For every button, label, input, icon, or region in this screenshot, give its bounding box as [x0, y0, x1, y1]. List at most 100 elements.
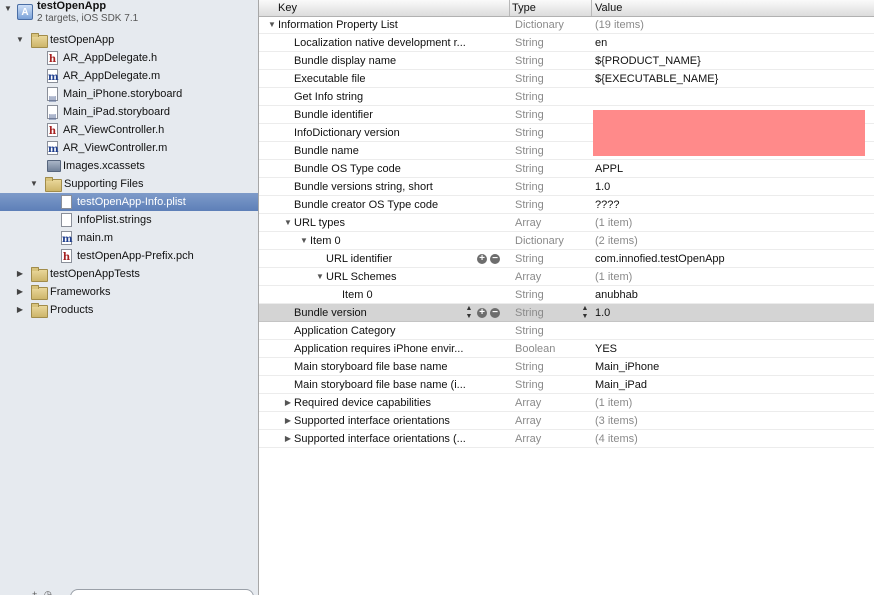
plist-row[interactable]: Main storyboard file base name (i... Stri… [259, 376, 874, 394]
disclosure-open-icon[interactable]: ▼ [315, 268, 325, 286]
plist-row[interactable]: Bundle versions string, short String 1.0 [259, 178, 874, 196]
navigator-item[interactable]: h testOpenApp-Prefix.pch [0, 247, 258, 265]
plist-key[interactable]: Bundle identifier [294, 106, 373, 124]
add-row-icon[interactable]: + [477, 308, 487, 318]
navigator-item[interactable]: h AR_ViewController.h [0, 121, 258, 139]
plist-type[interactable]: String [515, 160, 544, 178]
plist-value[interactable]: (3 items) [595, 412, 638, 430]
plist-row[interactable]: Bundle display name String ${PRODUCT_NAME} [259, 52, 874, 70]
plist-row[interactable]: Bundle version + − ▲ ▼ ▲ ▼ String 1.0 [259, 304, 874, 322]
plist-row[interactable]: Main storyboard file base name String Main… [259, 358, 874, 376]
plist-value[interactable]: com.innofied.testOpenApp [595, 250, 725, 268]
remove-row-icon[interactable]: − [490, 308, 500, 318]
plist-row[interactable]: ▼ Item 0 Dictionary (2 items) [259, 232, 874, 250]
plist-type[interactable]: String [515, 52, 544, 70]
stepper-up-icon[interactable]: ▲ [465, 305, 473, 313]
disclosure-closed-icon[interactable]: ▶ [15, 283, 25, 301]
plist-type[interactable]: Dictionary [515, 16, 564, 34]
plist-type[interactable]: Array [515, 268, 541, 286]
column-divider[interactable] [591, 0, 592, 16]
plist-key[interactable]: URL Schemes [326, 268, 397, 286]
plist-key[interactable]: Localization native development r... [294, 34, 466, 52]
plist-type[interactable]: String [515, 322, 544, 340]
add-file-icon[interactable]: + [32, 589, 37, 595]
plist-type[interactable]: String [515, 142, 544, 160]
plist-key[interactable]: InfoDictionary version [294, 124, 400, 142]
plist-type[interactable]: String [515, 178, 544, 196]
plist-row[interactable]: ▼ URL types Array (1 item) [259, 214, 874, 232]
plist-type[interactable]: String [515, 250, 544, 268]
navigator-item[interactable]: ▶ Frameworks [0, 283, 258, 301]
plist-type[interactable]: Array [515, 214, 541, 232]
disclosure-open-icon[interactable]: ▼ [15, 31, 25, 49]
plist-row[interactable]: URL identifier + − String com.innofied.testO… [259, 250, 874, 268]
plist-type[interactable]: String [515, 358, 544, 376]
plist-row[interactable]: ▼ Information Property List Dictionary (19 … [259, 16, 874, 34]
stepper-down-icon[interactable]: ▼ [581, 313, 589, 321]
plist-key[interactable]: Bundle OS Type code [294, 160, 401, 178]
plist-row[interactable]: Bundle creator OS Type code String???? [259, 196, 874, 214]
plist-value[interactable]: (1 item) [595, 214, 632, 232]
navigator-item[interactable]: ▼ Supporting Files [0, 175, 258, 193]
plist-key[interactable]: Information Property List [278, 16, 398, 34]
plist-type[interactable]: Array [515, 394, 541, 412]
plist-key[interactable]: Bundle creator OS Type code [294, 196, 438, 214]
plist-key[interactable]: Item 0 [342, 286, 373, 304]
plist-key[interactable]: URL identifier [326, 250, 392, 268]
plist-type[interactable]: Array [515, 412, 541, 430]
plist-value[interactable]: (4 items) [595, 430, 638, 448]
project-root-row[interactable]: ▼ testOpenApp 2 targets, iOS SDK 7.1 [0, 0, 258, 30]
plist-value[interactable]: (2 items) [595, 232, 638, 250]
plist-type[interactable]: Dictionary [515, 232, 564, 250]
plist-value[interactable]: ${EXECUTABLE_NAME} [595, 70, 718, 88]
plist-type[interactable]: String [515, 34, 544, 52]
navigator-item[interactable]: ▤ Main_iPhone.storyboard [0, 85, 258, 103]
key-column-header[interactable]: Key [278, 0, 297, 16]
plist-value[interactable]: ${PRODUCT_NAME} [595, 52, 701, 70]
navigator-item[interactable]: h AR_AppDelegate.h [0, 49, 258, 67]
plist-value[interactable]: ???? [595, 196, 619, 214]
plist-type[interactable]: String [515, 196, 544, 214]
disclosure-closed-icon[interactable]: ▶ [283, 394, 293, 412]
plist-key[interactable]: Required device capabilities [294, 394, 431, 412]
plist-value[interactable]: (1 item) [595, 394, 632, 412]
disclosure-open-icon[interactable]: ▼ [3, 0, 13, 18]
plist-type[interactable]: String [515, 106, 544, 124]
add-row-icon[interactable]: + [477, 254, 487, 264]
plist-key[interactable]: Bundle display name [294, 52, 396, 70]
plist-type[interactable]: String [515, 376, 544, 394]
plist-key[interactable]: Application Category [294, 322, 396, 340]
navigator-item[interactable]: ▤ Main_iPad.storyboard [0, 103, 258, 121]
plist-value[interactable]: en [595, 34, 607, 52]
navigator-item[interactable]: testOpenApp-Info.plist [0, 193, 258, 211]
plist-type[interactable]: Array [515, 430, 541, 448]
plist-row[interactable]: ▶ Supported interface orientations Array (3… [259, 412, 874, 430]
plist-value[interactable]: YES [595, 340, 617, 358]
plist-key[interactable]: Bundle name [294, 142, 359, 160]
plist-row[interactable]: ▶ Supported interface orientations (... Ar… [259, 430, 874, 448]
disclosure-open-icon[interactable]: ▼ [29, 175, 39, 193]
plist-key[interactable]: Executable file [294, 70, 366, 88]
plist-row[interactable]: Bundle OS Type code String APPL [259, 160, 874, 178]
plist-row[interactable]: ▶ Required device capabilities Array (1 ite… [259, 394, 874, 412]
column-divider[interactable] [509, 0, 510, 16]
navigator-item[interactable]: m main.m [0, 229, 258, 247]
plist-value[interactable]: 1.0 [595, 304, 610, 322]
type-stepper[interactable]: ▲ ▼ [581, 305, 589, 321]
navigator-item[interactable]: ▶ Products [0, 301, 258, 319]
plist-key[interactable]: Main storyboard file base name (i... [294, 376, 466, 394]
plist-value[interactable]: Main_iPhone [595, 358, 659, 376]
disclosure-open-icon[interactable]: ▼ [267, 16, 277, 34]
plist-row[interactable]: ▼ URL Schemes Array (1 item) [259, 268, 874, 286]
history-icon[interactable]: ◷ [44, 589, 52, 595]
navigator-item[interactable]: m AR_AppDelegate.m [0, 67, 258, 85]
plist-key[interactable]: Supported interface orientations (... [294, 430, 466, 448]
plist-row[interactable]: Executable file String ${EXECUTABLE_NAME} [259, 70, 874, 88]
disclosure-closed-icon[interactable]: ▶ [283, 430, 293, 448]
plist-type[interactable]: Boolean [515, 340, 555, 358]
plist-value[interactable]: Main_iPad [595, 376, 647, 394]
plist-type[interactable]: String [515, 286, 544, 304]
plist-type[interactable]: String [515, 124, 544, 142]
plist-row[interactable]: Get Info string String [259, 88, 874, 106]
plist-key[interactable]: Application requires iPhone envir... [294, 340, 463, 358]
